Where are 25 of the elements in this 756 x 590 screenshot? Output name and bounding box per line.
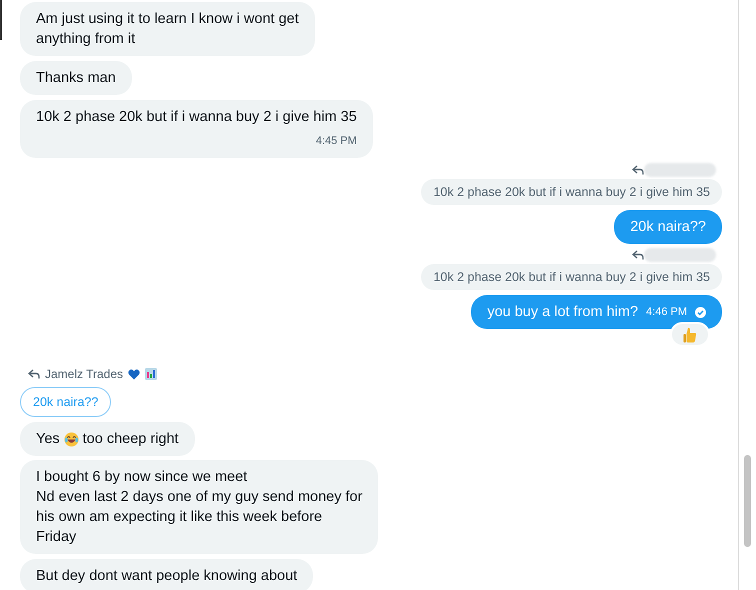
message-text: Thanks man [36, 70, 116, 86]
scrollbar-thumb[interactable] [744, 455, 751, 547]
message-time: 4:45 PM [314, 134, 357, 149]
quoted-message: 10k 2 phase 20k but if i wanna buy 2 i give him 35 [421, 179, 722, 205]
quoted-message: 20k naira?? [20, 387, 112, 417]
message-text: I bought 6 by now since we meet Nd even last 2 days one of my guy send money for his own am expecting it like this week before Friday [36, 469, 362, 545]
reply-icon [632, 250, 644, 260]
message-text: too cheep right [82, 430, 179, 449]
message-text: you buy a lot from him? [487, 303, 638, 322]
message-text: Yes [36, 430, 60, 449]
message-text: But dey dont want people knowing about [36, 568, 298, 584]
message-text: 20k naira?? [630, 218, 706, 237]
message-text: Am just using it to learn I know i wont get anything from it [36, 11, 299, 47]
reply-icon [28, 369, 40, 379]
blurred-name [644, 163, 716, 177]
quoted-message: 10k 2 phase 20k but if i wanna buy 2 i give him 35 [421, 264, 722, 290]
message-time: 4:46 PM [646, 305, 687, 320]
blurred-name [644, 248, 716, 262]
message-text: 10k 2 phase 20k but if i wanna buy 2 i give him 35 [36, 109, 357, 125]
heart-icon [128, 368, 140, 380]
reply-author: Jamelz Trades [45, 366, 124, 383]
laughing-emoji-icon [64, 432, 79, 446]
bar-chart-icon [145, 368, 158, 380]
reaction-badge[interactable] [670, 322, 710, 347]
reply-icon [632, 165, 644, 175]
